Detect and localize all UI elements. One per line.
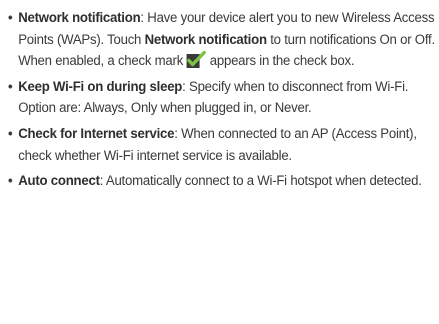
bullet: •: [8, 173, 13, 190]
list-item-network-notification: • Network notification: Have your device…: [8, 8, 439, 73]
term-auto-connect: Auto connect: [18, 173, 100, 190]
list-item-keep-wifi-on-during-sleep: • Keep Wi-Fi on during sleep: Specify wh…: [8, 77, 439, 120]
item-text: : Automatically connect to a Wi-Fi hotsp…: [99, 173, 422, 190]
bullet: •: [8, 125, 13, 142]
settings-description-list: • Network notification: Have your device…: [0, 0, 439, 193]
inline-term-network-notification: Network notification: [144, 31, 267, 48]
term-keep-wifi-on: Keep Wi-Fi on during sleep: [18, 78, 183, 95]
list-item-auto-connect: • Auto connect: Automatically connect to…: [8, 171, 439, 193]
item-text-part: appears in the check box.: [206, 53, 355, 70]
bullet: •: [8, 10, 13, 26]
bullet: •: [8, 78, 13, 95]
list-item-check-for-internet-service: • Check for Internet service: When conne…: [8, 124, 439, 167]
term-network-notification: Network notification: [18, 10, 141, 26]
checkbox-checked-icon: [186, 50, 207, 69]
term-check-internet: Check for Internet service: [18, 125, 175, 142]
